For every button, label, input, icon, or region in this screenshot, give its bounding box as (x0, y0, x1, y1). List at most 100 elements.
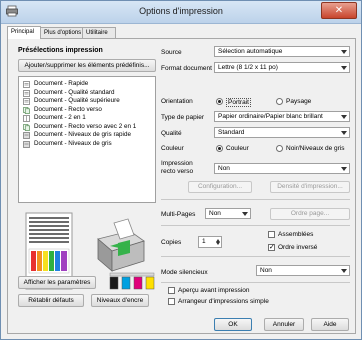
copies-label: Copies (161, 239, 182, 246)
print-preview-label[interactable]: Aperçu avant impression (178, 287, 250, 294)
print-options-window: Options d'impression ✕ Principal Plus d'… (0, 0, 362, 340)
chevron-down-icon (341, 114, 347, 119)
duplex-document-icon (23, 106, 30, 114)
preset-label: Document - Rapide (34, 80, 89, 87)
copies-stepper[interactable]: 1 (198, 236, 222, 248)
print-density-button[interactable]: Densité d'impression... (270, 181, 350, 193)
close-button[interactable]: ✕ (321, 2, 357, 19)
tab-principal[interactable]: Principal (7, 26, 41, 39)
collate-label[interactable]: Assemblées (278, 231, 313, 238)
list-item[interactable]: Document - Niveaux de gris (19, 140, 155, 149)
color-option-label[interactable]: Couleur (226, 145, 249, 152)
list-item[interactable]: Document - Recto verso avec 2 en 1 (19, 123, 155, 132)
color-label: Couleur (161, 145, 184, 152)
chevron-down-icon[interactable] (216, 242, 220, 245)
grayscale-document-icon (23, 132, 30, 139)
format-label: Format document (161, 65, 212, 72)
add-remove-presets-button[interactable]: Ajouter/supprimer les éléments prédéfini… (18, 59, 156, 72)
chevron-down-icon (242, 211, 248, 216)
source-label: Source (161, 49, 182, 56)
divider (161, 256, 350, 257)
chevron-down-icon (341, 49, 347, 54)
copies-value: 1 (202, 238, 206, 245)
reset-defaults-button[interactable]: Rétablir défauts (18, 294, 84, 307)
quiet-mode-select[interactable]: Non (256, 265, 350, 276)
simple-arranger-checkbox[interactable] (168, 298, 175, 305)
chevron-down-icon (341, 268, 347, 273)
printer-icon (97, 218, 145, 272)
preset-label: Document - Recto verso avec 2 en 1 (34, 122, 137, 130)
orientation-label: Orientation (161, 98, 193, 105)
preset-label: Document - Recto verso (34, 105, 102, 113)
configuration-button[interactable]: Configuration... (188, 181, 252, 193)
quality-label: Qualité (161, 130, 182, 137)
ink-cartridges-icon (109, 272, 155, 290)
title-bar: Options d'impression ✕ (1, 1, 361, 24)
quality-value: Standard (218, 129, 245, 136)
portrait-radio[interactable] (216, 98, 223, 105)
paper-type-value: Papier ordinaire/Papier blanc brillant (218, 113, 323, 120)
document-icon (23, 98, 30, 105)
list-item[interactable]: Document - Niveaux de gris rapide (19, 131, 155, 140)
preset-label: Document - Qualité standard (34, 88, 115, 96)
list-item[interactable]: Document - Recto verso (19, 106, 155, 115)
presets-list[interactable]: Document - Rapide Document - Qualité sta… (18, 76, 156, 203)
divider (161, 199, 350, 200)
tab-more-options[interactable]: Plus d'options (40, 27, 83, 38)
portrait-label[interactable]: Portrait (226, 98, 251, 107)
source-value: Sélection automatique (218, 48, 283, 55)
grayscale-option-label[interactable]: Noir/Niveaux de gris (286, 145, 345, 152)
quiet-mode-value: Non (260, 267, 272, 274)
show-settings-button[interactable]: Afficher les paramètres (18, 276, 96, 289)
multipages-select[interactable]: Non (205, 208, 251, 219)
format-value: Lettre (8 1/2 x 11 po) (218, 64, 278, 71)
duplex-label-2: recto verso (161, 168, 194, 175)
preset-label: Document - Niveaux de gris (34, 139, 112, 147)
multipages-value: Non (209, 210, 221, 217)
paper-type-label: Type de papier (161, 114, 205, 121)
duplex-label: Impression (161, 160, 193, 167)
main-panel: Présélections impression Ajouter/supprim… (7, 38, 356, 334)
simple-arranger-label[interactable]: Arrangeur d'impressions simple (178, 298, 269, 305)
paper-type-select[interactable]: Papier ordinaire/Papier blanc brillant (214, 111, 350, 122)
quiet-mode-label: Mode silencieux (161, 269, 208, 276)
tab-utility[interactable]: Utilitaire (82, 27, 116, 38)
list-item[interactable]: Document - Qualité supérieure (19, 97, 155, 106)
quality-select[interactable]: Standard (214, 127, 350, 138)
two-up-document-icon (23, 115, 30, 122)
divider (161, 282, 350, 283)
preset-label: Document - Niveaux de gris rapide (34, 131, 131, 138)
ink-levels-button[interactable]: Niveaux d'encre (91, 294, 149, 307)
grayscale-radio[interactable] (276, 145, 283, 152)
help-button[interactable]: Aide (311, 318, 349, 331)
reverse-order-checkbox[interactable]: ✓ (268, 244, 275, 251)
source-select[interactable]: Sélection automatique (214, 46, 350, 57)
document-icon (23, 89, 30, 97)
ok-button[interactable]: OK (214, 318, 252, 331)
list-item[interactable]: Document - Rapide (19, 80, 155, 89)
multipages-label: Multi-Pages (161, 211, 196, 218)
chevron-down-icon (341, 166, 347, 171)
window-title: Options d'impression (139, 6, 223, 16)
divider (161, 225, 350, 226)
chevron-down-icon (341, 130, 347, 135)
presets-heading: Présélections impression (18, 47, 103, 54)
preset-label: Document - Qualité supérieure (34, 97, 120, 104)
preset-label: Document - 2 en 1 (34, 114, 86, 121)
grayscale-document-icon (23, 140, 30, 148)
reverse-order-label[interactable]: Ordre inversé (278, 244, 317, 251)
duplex-value: Non (218, 165, 230, 172)
duplex-select[interactable]: Non (214, 163, 350, 174)
cancel-button[interactable]: Annuler (264, 318, 304, 331)
document-icon (23, 81, 30, 88)
landscape-label[interactable]: Paysage (286, 98, 311, 105)
duplex-document-icon (23, 123, 30, 131)
color-radio[interactable] (216, 145, 223, 152)
format-select[interactable]: Lettre (8 1/2 x 11 po) (214, 62, 350, 73)
collate-checkbox[interactable] (268, 231, 275, 238)
list-item[interactable]: Document - Qualité standard (19, 89, 155, 98)
landscape-radio[interactable] (276, 98, 283, 105)
print-preview-checkbox[interactable] (168, 287, 175, 294)
list-item[interactable]: Document - 2 en 1 (19, 114, 155, 123)
page-order-button[interactable]: Ordre page... (270, 208, 350, 220)
